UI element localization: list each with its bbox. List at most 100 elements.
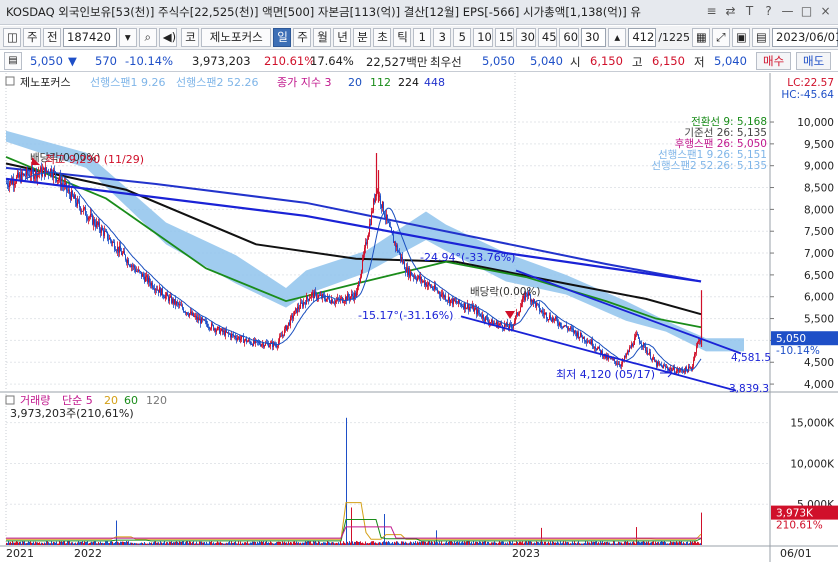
volume-bar	[346, 417, 347, 545]
volume-bar	[700, 543, 701, 545]
candle-body	[227, 332, 228, 334]
candle-body	[428, 282, 429, 285]
interval-5[interactable]: 5	[453, 28, 472, 47]
candle-body	[95, 224, 96, 227]
sell-button[interactable]: 매도	[796, 52, 832, 70]
menu-icon[interactable]: ≡	[703, 3, 720, 20]
search-icon[interactable]: ⌕	[138, 28, 157, 47]
count-input[interactable]: 30	[580, 28, 607, 47]
code-dropdown-icon[interactable]: ▾	[118, 28, 137, 47]
volume-bar	[559, 543, 560, 545]
draw-icon[interactable]: ⤢	[712, 28, 731, 47]
candle-body	[594, 347, 595, 349]
volume-bar	[629, 542, 630, 545]
interval-3[interactable]: 3	[433, 28, 452, 47]
interval-45[interactable]: 45	[537, 28, 558, 47]
tab-period-week[interactable]: 주	[293, 28, 312, 47]
candle-body	[700, 339, 701, 343]
candle-body	[115, 249, 116, 251]
candle-body	[22, 172, 23, 175]
range-input[interactable]: 412	[628, 28, 657, 47]
candle-body	[457, 302, 458, 304]
price-tick-label: 7,000	[804, 248, 834, 260]
help-icon[interactable]: ?	[760, 3, 777, 20]
price-chart[interactable]: 4,0004,5005,0005,5006,0006,5007,0007,500…	[0, 73, 838, 562]
volume-bar	[640, 542, 641, 545]
volume-bar	[152, 543, 153, 545]
volume-bar	[435, 542, 436, 545]
interval-15[interactable]: 15	[494, 28, 515, 47]
candle-body	[628, 351, 629, 353]
calendar-icon[interactable]: ▤	[752, 28, 771, 47]
tab-period-day[interactable]: 일	[273, 28, 292, 47]
volume-bar	[630, 542, 631, 545]
chart-type-icon[interactable]: ▦	[692, 28, 711, 47]
candle-body	[120, 246, 121, 252]
volume-bar	[209, 541, 210, 545]
candle-body	[17, 172, 18, 177]
link-icon[interactable]: ⇄	[722, 3, 739, 20]
volume-bar	[485, 541, 486, 545]
volume-bar	[53, 541, 54, 545]
ask: 5,050	[482, 54, 515, 68]
candle-body	[92, 214, 93, 225]
candle-body	[315, 291, 316, 293]
volume-bar	[144, 542, 145, 545]
candle-body	[140, 271, 141, 273]
volume-bar	[502, 541, 503, 545]
candle-body	[101, 227, 102, 233]
interval-30[interactable]: 30	[516, 28, 536, 47]
volume-bar	[269, 542, 270, 545]
volume-bar	[305, 541, 306, 545]
tab-period-month[interactable]: 월	[313, 28, 332, 47]
candle-body	[586, 341, 587, 343]
volume-bar	[344, 542, 345, 545]
candle-body	[179, 304, 180, 306]
candle-body	[308, 298, 309, 301]
candle-body	[152, 282, 153, 288]
expand-icon[interactable]: ▤	[4, 52, 22, 70]
volume-bar	[154, 541, 155, 545]
tab-period-year[interactable]: 년	[333, 28, 352, 47]
candle-body	[515, 315, 516, 322]
date-input[interactable]: 2023/06/01	[772, 28, 838, 47]
volume-bar	[684, 543, 685, 545]
count-spin-icon[interactable]: ▴	[608, 28, 627, 47]
volume-bar	[376, 543, 377, 545]
candle-body	[18, 172, 19, 178]
interval-10[interactable]: 10	[473, 28, 493, 47]
layout-icon[interactable]: ◫	[3, 28, 21, 47]
maximize-icon[interactable]: □	[798, 3, 815, 20]
candle-body	[540, 311, 541, 313]
period-type-button[interactable]: 전	[43, 28, 61, 47]
text-icon[interactable]: T	[741, 3, 758, 20]
volume-bar	[96, 543, 97, 545]
volume-bar	[237, 543, 238, 545]
tab-period-second[interactable]: 초	[373, 28, 392, 47]
candle-body	[443, 293, 444, 298]
volume-bar	[596, 541, 597, 545]
interval-60[interactable]: 60	[559, 28, 579, 47]
interval-1[interactable]: 1	[413, 28, 432, 47]
candle-body	[469, 307, 470, 311]
buy-button[interactable]: 매수	[756, 52, 792, 70]
candle-body	[421, 277, 422, 282]
volume-bar	[102, 542, 103, 545]
kind-select[interactable]: 주	[23, 28, 41, 47]
minimize-icon[interactable]: —	[779, 3, 796, 20]
close-icon[interactable]: ×	[817, 3, 834, 20]
tab-period-minute[interactable]: 분	[353, 28, 372, 47]
volume-bar	[649, 543, 650, 545]
candle-body	[241, 336, 242, 339]
tab-period-tick[interactable]: 틱	[393, 28, 412, 47]
code-input[interactable]: 187420	[63, 28, 117, 47]
candle-body	[31, 168, 32, 177]
volume-bar	[360, 541, 361, 545]
sound-icon[interactable]: ◀)	[158, 28, 178, 47]
volume-bar	[288, 541, 289, 545]
volume-bar	[534, 542, 535, 545]
save-icon[interactable]: ▣	[732, 28, 751, 47]
volume-bar	[140, 543, 141, 545]
candle-body	[306, 296, 307, 305]
volume-bar	[560, 541, 561, 545]
